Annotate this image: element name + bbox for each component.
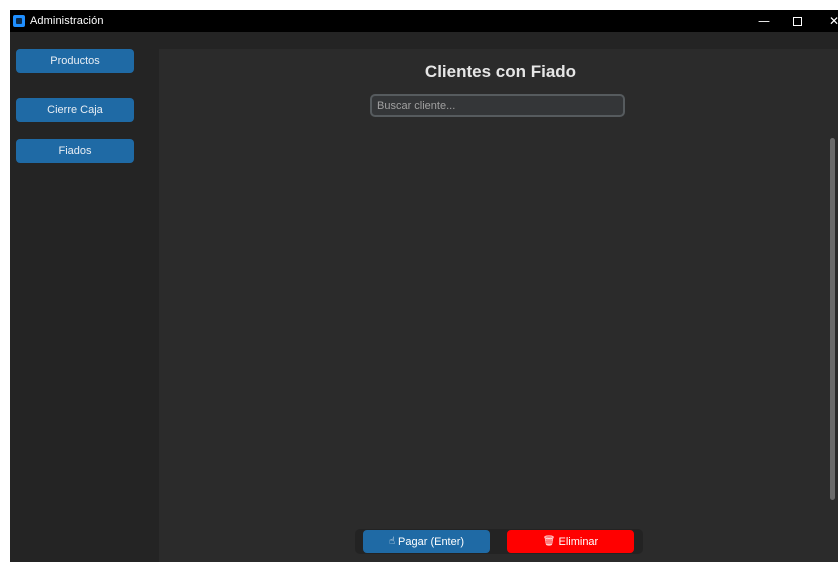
close-button[interactable]: ✕ bbox=[820, 10, 838, 32]
trash-icon: 🗑 bbox=[542, 536, 556, 547]
title-bar[interactable]: Administración — ✕ bbox=[10, 10, 838, 32]
maximize-button[interactable] bbox=[783, 10, 811, 32]
header-panel: Clientes con Fiado bbox=[159, 49, 838, 130]
sidebar-item-productos[interactable]: Productos bbox=[16, 49, 134, 73]
pay-button[interactable]: ☝ Pagar (Enter) bbox=[363, 530, 490, 553]
delete-button-label: Eliminar bbox=[558, 535, 599, 548]
sidebar-item-cierre-caja[interactable]: Cierre Caja bbox=[16, 98, 134, 122]
client-list[interactable] bbox=[159, 130, 838, 508]
sidebar-item-fiados[interactable]: Fiados bbox=[16, 139, 134, 163]
maximize-icon bbox=[792, 16, 802, 26]
minimize-icon: — bbox=[758, 14, 770, 28]
hand-pointer-icon: ☝ bbox=[388, 536, 396, 547]
search-input[interactable] bbox=[370, 94, 625, 117]
app-window: Administración — ✕ Productos Cierre Caja… bbox=[10, 10, 838, 562]
footer-panel: ☝ Pagar (Enter) 🗑 Eliminar bbox=[159, 508, 838, 562]
list-scrollbar[interactable] bbox=[830, 138, 835, 500]
page-title: Clientes con Fiado bbox=[424, 62, 577, 81]
minimize-button[interactable]: — bbox=[750, 10, 778, 32]
close-icon: ✕ bbox=[828, 14, 838, 28]
app-icon bbox=[13, 15, 25, 27]
window-title: Administración bbox=[30, 15, 104, 27]
sidebar: Productos Cierre Caja Fiados bbox=[10, 32, 159, 562]
action-button-group: ☝ Pagar (Enter) 🗑 Eliminar bbox=[355, 529, 643, 554]
delete-button[interactable]: 🗑 Eliminar bbox=[507, 530, 634, 553]
pay-button-label: Pagar (Enter) bbox=[398, 535, 465, 548]
